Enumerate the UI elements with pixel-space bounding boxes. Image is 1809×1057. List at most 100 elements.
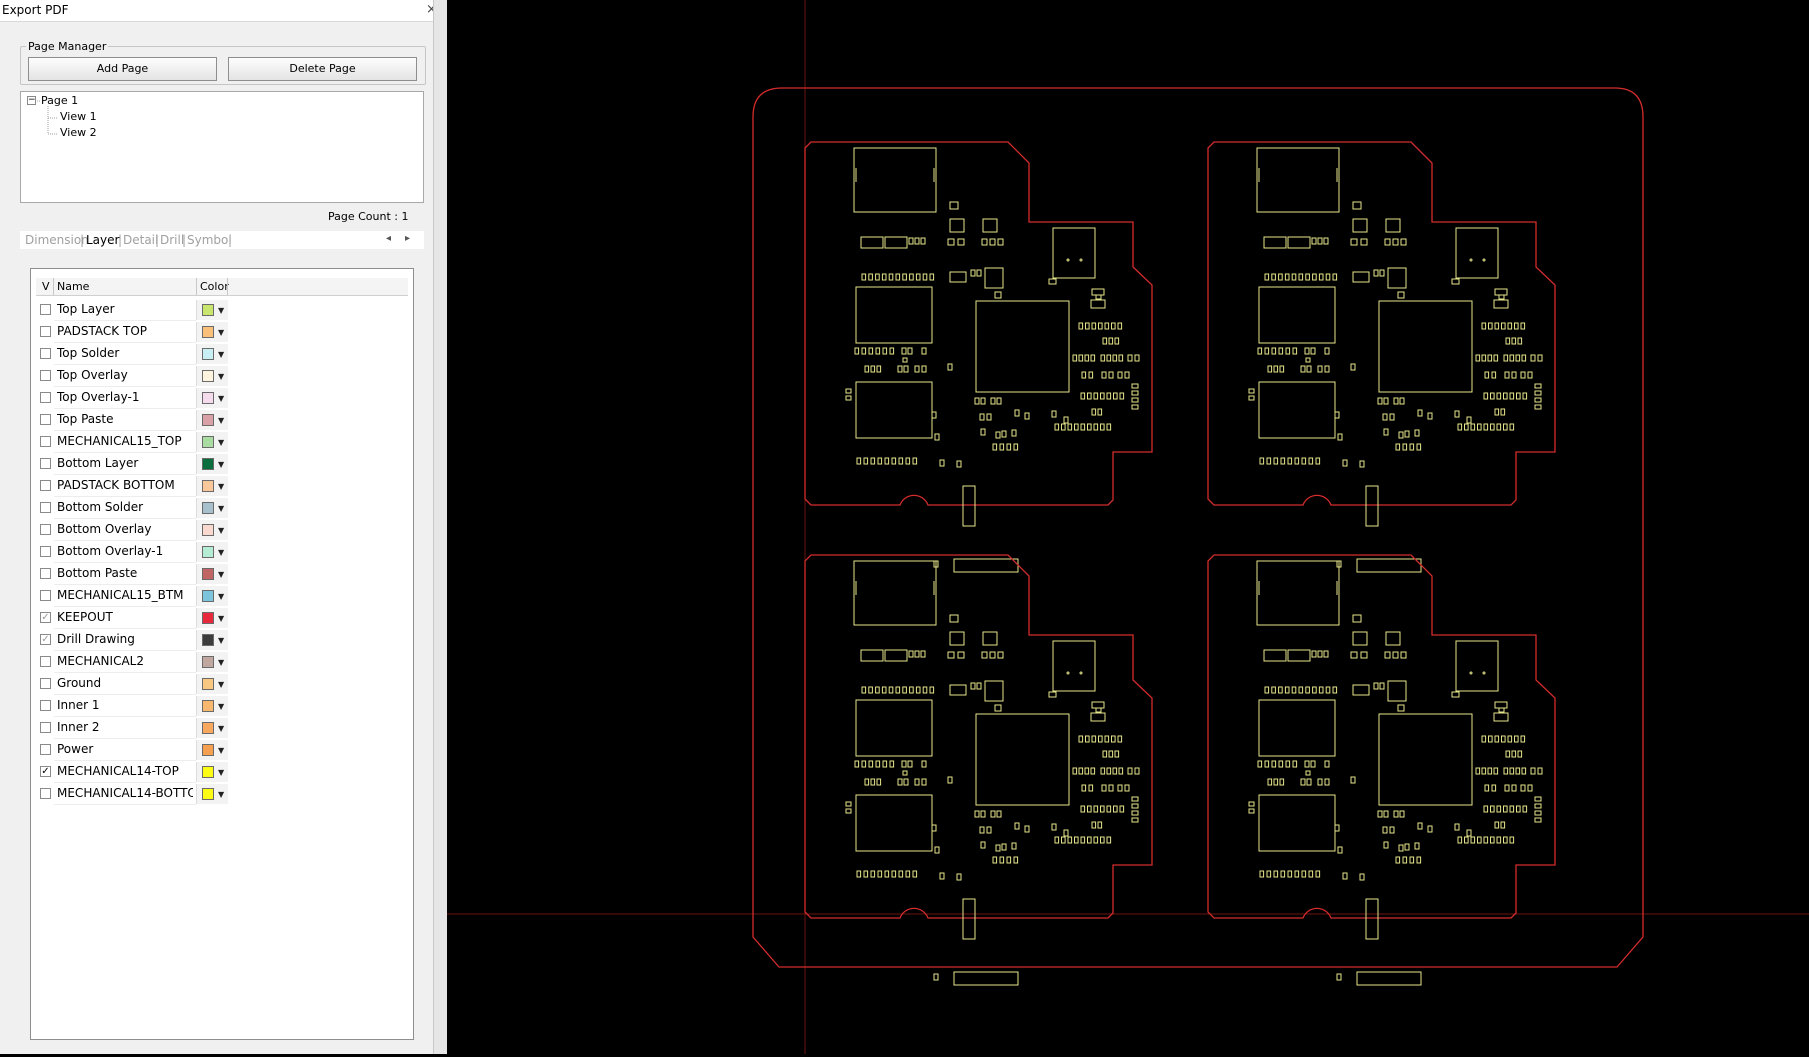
layer-row[interactable]: Top Layer ▼ bbox=[36, 299, 236, 321]
layer-color-picker[interactable]: ▼ bbox=[196, 630, 228, 650]
tree-node-view-2[interactable]: View 2 bbox=[60, 126, 97, 139]
layer-row[interactable]: Bottom Overlay ▼ bbox=[36, 519, 236, 541]
layer-visible-checkbox[interactable] bbox=[40, 524, 51, 535]
layer-row[interactable]: Bottom Solder ▼ bbox=[36, 497, 236, 519]
layer-color-picker[interactable]: ▼ bbox=[196, 608, 228, 628]
layer-row[interactable]: Power ▼ bbox=[36, 739, 236, 761]
layer-row[interactable]: Top Paste ▼ bbox=[36, 409, 236, 431]
component-pad bbox=[1084, 767, 1090, 775]
layer-visible-checkbox[interactable] bbox=[40, 744, 51, 755]
layer-color-picker[interactable]: ▼ bbox=[196, 586, 228, 606]
layer-color-picker[interactable]: ▼ bbox=[196, 652, 228, 672]
tab-symbol[interactable]: Symbol bbox=[187, 233, 232, 247]
layer-color-picker[interactable]: ▼ bbox=[196, 718, 228, 738]
layer-color-picker[interactable]: ▼ bbox=[196, 454, 228, 474]
panel-scrollbar[interactable] bbox=[433, 0, 447, 1054]
layer-row[interactable]: ✓ KEEPOUT ▼ bbox=[36, 607, 236, 629]
layer-row[interactable]: MECHANICAL15_TOP ▼ bbox=[36, 431, 236, 453]
layer-row[interactable]: PADSTACK TOP ▼ bbox=[36, 321, 236, 343]
layer-row[interactable]: ✓ Drill Drawing ▼ bbox=[36, 629, 236, 651]
tab-prev-icon[interactable]: ◂ bbox=[386, 233, 391, 244]
layer-visible-checkbox[interactable] bbox=[40, 502, 51, 513]
layer-visible-checkbox[interactable] bbox=[40, 458, 51, 469]
layer-visible-checkbox[interactable]: ✓ bbox=[40, 634, 51, 645]
layer-color-picker[interactable]: ▼ bbox=[196, 498, 228, 518]
component-pad bbox=[1087, 836, 1092, 844]
delete-page-button[interactable]: Delete Page bbox=[228, 57, 417, 81]
slot bbox=[953, 971, 1019, 986]
layer-visible-checkbox[interactable]: ✓ bbox=[40, 766, 51, 777]
layer-color-picker[interactable]: ▼ bbox=[196, 344, 228, 364]
layer-color-picker[interactable]: ▼ bbox=[196, 762, 228, 782]
layer-visible-checkbox[interactable] bbox=[40, 590, 51, 601]
layer-visible-checkbox[interactable] bbox=[40, 348, 51, 359]
layer-color-picker[interactable]: ▼ bbox=[196, 322, 228, 342]
layer-row[interactable]: Top Overlay ▼ bbox=[36, 365, 236, 387]
component-pad bbox=[929, 273, 935, 281]
tree-node-view-1[interactable]: View 1 bbox=[60, 110, 97, 123]
layer-row[interactable]: PADSTACK BOTTOM ▼ bbox=[36, 475, 236, 497]
col-visible-header: V bbox=[42, 280, 50, 293]
color-swatch bbox=[202, 700, 214, 712]
layer-row[interactable]: MECHANICAL15_BTM ▼ bbox=[36, 585, 236, 607]
component-pad bbox=[1304, 347, 1310, 355]
layer-visible-checkbox[interactable] bbox=[40, 546, 51, 557]
component-pad bbox=[1090, 299, 1106, 309]
component-pad bbox=[1404, 843, 1410, 851]
layer-visible-checkbox[interactable] bbox=[40, 436, 51, 447]
layer-visible-checkbox[interactable] bbox=[40, 722, 51, 733]
layer-visible-checkbox[interactable] bbox=[40, 568, 51, 579]
tab-detail[interactable]: Detail bbox=[123, 233, 158, 247]
layer-visible-checkbox[interactable] bbox=[40, 370, 51, 381]
layer-visible-checkbox[interactable] bbox=[40, 480, 51, 491]
layer-color-picker[interactable]: ▼ bbox=[196, 520, 228, 540]
layer-visible-checkbox[interactable] bbox=[40, 678, 51, 689]
chevron-down-icon: ▼ bbox=[218, 614, 225, 623]
layer-row[interactable]: Ground ▼ bbox=[36, 673, 236, 695]
layer-visible-checkbox[interactable] bbox=[40, 788, 51, 799]
layer-row[interactable]: Top Solder ▼ bbox=[36, 343, 236, 365]
component-pad bbox=[1317, 778, 1323, 786]
layer-row[interactable]: Bottom Overlay-1 ▼ bbox=[36, 541, 236, 563]
layer-row[interactable]: MECHANICAL14-BOTTOM ▼ bbox=[36, 783, 236, 805]
layer-color-picker[interactable]: ▼ bbox=[196, 784, 228, 804]
layer-name: Ground bbox=[57, 676, 102, 690]
layer-row[interactable]: Top Overlay-1 ▼ bbox=[36, 387, 236, 409]
layer-visible-checkbox[interactable] bbox=[40, 700, 51, 711]
layer-color-picker[interactable]: ▼ bbox=[196, 432, 228, 452]
layer-color-picker[interactable]: ▼ bbox=[196, 388, 228, 408]
layer-row[interactable]: Bottom Layer ▼ bbox=[36, 453, 236, 475]
layer-visible-checkbox[interactable] bbox=[40, 414, 51, 425]
chevron-down-icon: ▼ bbox=[218, 460, 225, 469]
layer-color-picker[interactable]: ▼ bbox=[196, 300, 228, 320]
layer-row[interactable]: Inner 1 ▼ bbox=[36, 695, 236, 717]
layer-visible-checkbox[interactable] bbox=[40, 326, 51, 337]
tree-node-page-1[interactable]: Page 1 bbox=[41, 94, 78, 107]
layer-color-picker[interactable]: ▼ bbox=[196, 740, 228, 760]
layer-visible-checkbox[interactable] bbox=[40, 656, 51, 667]
component-pad bbox=[920, 237, 926, 245]
layer-visible-checkbox[interactable]: ✓ bbox=[40, 612, 51, 623]
layer-row[interactable]: Inner 2 ▼ bbox=[36, 717, 236, 739]
component-pad bbox=[1427, 412, 1433, 420]
layer-color-picker[interactable]: ▼ bbox=[196, 366, 228, 386]
add-page-button[interactable]: Add Page bbox=[28, 57, 217, 81]
layer-row[interactable]: ✓ MECHANICAL14-TOP ▼ bbox=[36, 761, 236, 783]
layer-color-picker[interactable]: ▼ bbox=[196, 674, 228, 694]
layer-visible-checkbox[interactable] bbox=[40, 392, 51, 403]
layer-row[interactable]: MECHANICAL2 ▼ bbox=[36, 651, 236, 673]
component-pad bbox=[1493, 354, 1499, 362]
layer-color-picker[interactable]: ▼ bbox=[196, 542, 228, 562]
component-pad bbox=[1466, 829, 1472, 837]
chevron-down-icon: ▼ bbox=[218, 394, 225, 403]
layer-color-picker[interactable]: ▼ bbox=[196, 564, 228, 584]
layer-row[interactable]: Bottom Paste ▼ bbox=[36, 563, 236, 585]
tab-drill[interactable]: Drill bbox=[160, 233, 184, 247]
tab-next-icon[interactable]: ▸ bbox=[405, 233, 410, 244]
layer-visible-checkbox[interactable] bbox=[40, 304, 51, 315]
tab-layer[interactable]: Layer bbox=[86, 233, 119, 247]
pdf-preview-canvas[interactable] bbox=[447, 0, 1809, 1054]
layer-color-picker[interactable]: ▼ bbox=[196, 696, 228, 716]
layer-color-picker[interactable]: ▼ bbox=[196, 476, 228, 496]
layer-color-picker[interactable]: ▼ bbox=[196, 410, 228, 430]
